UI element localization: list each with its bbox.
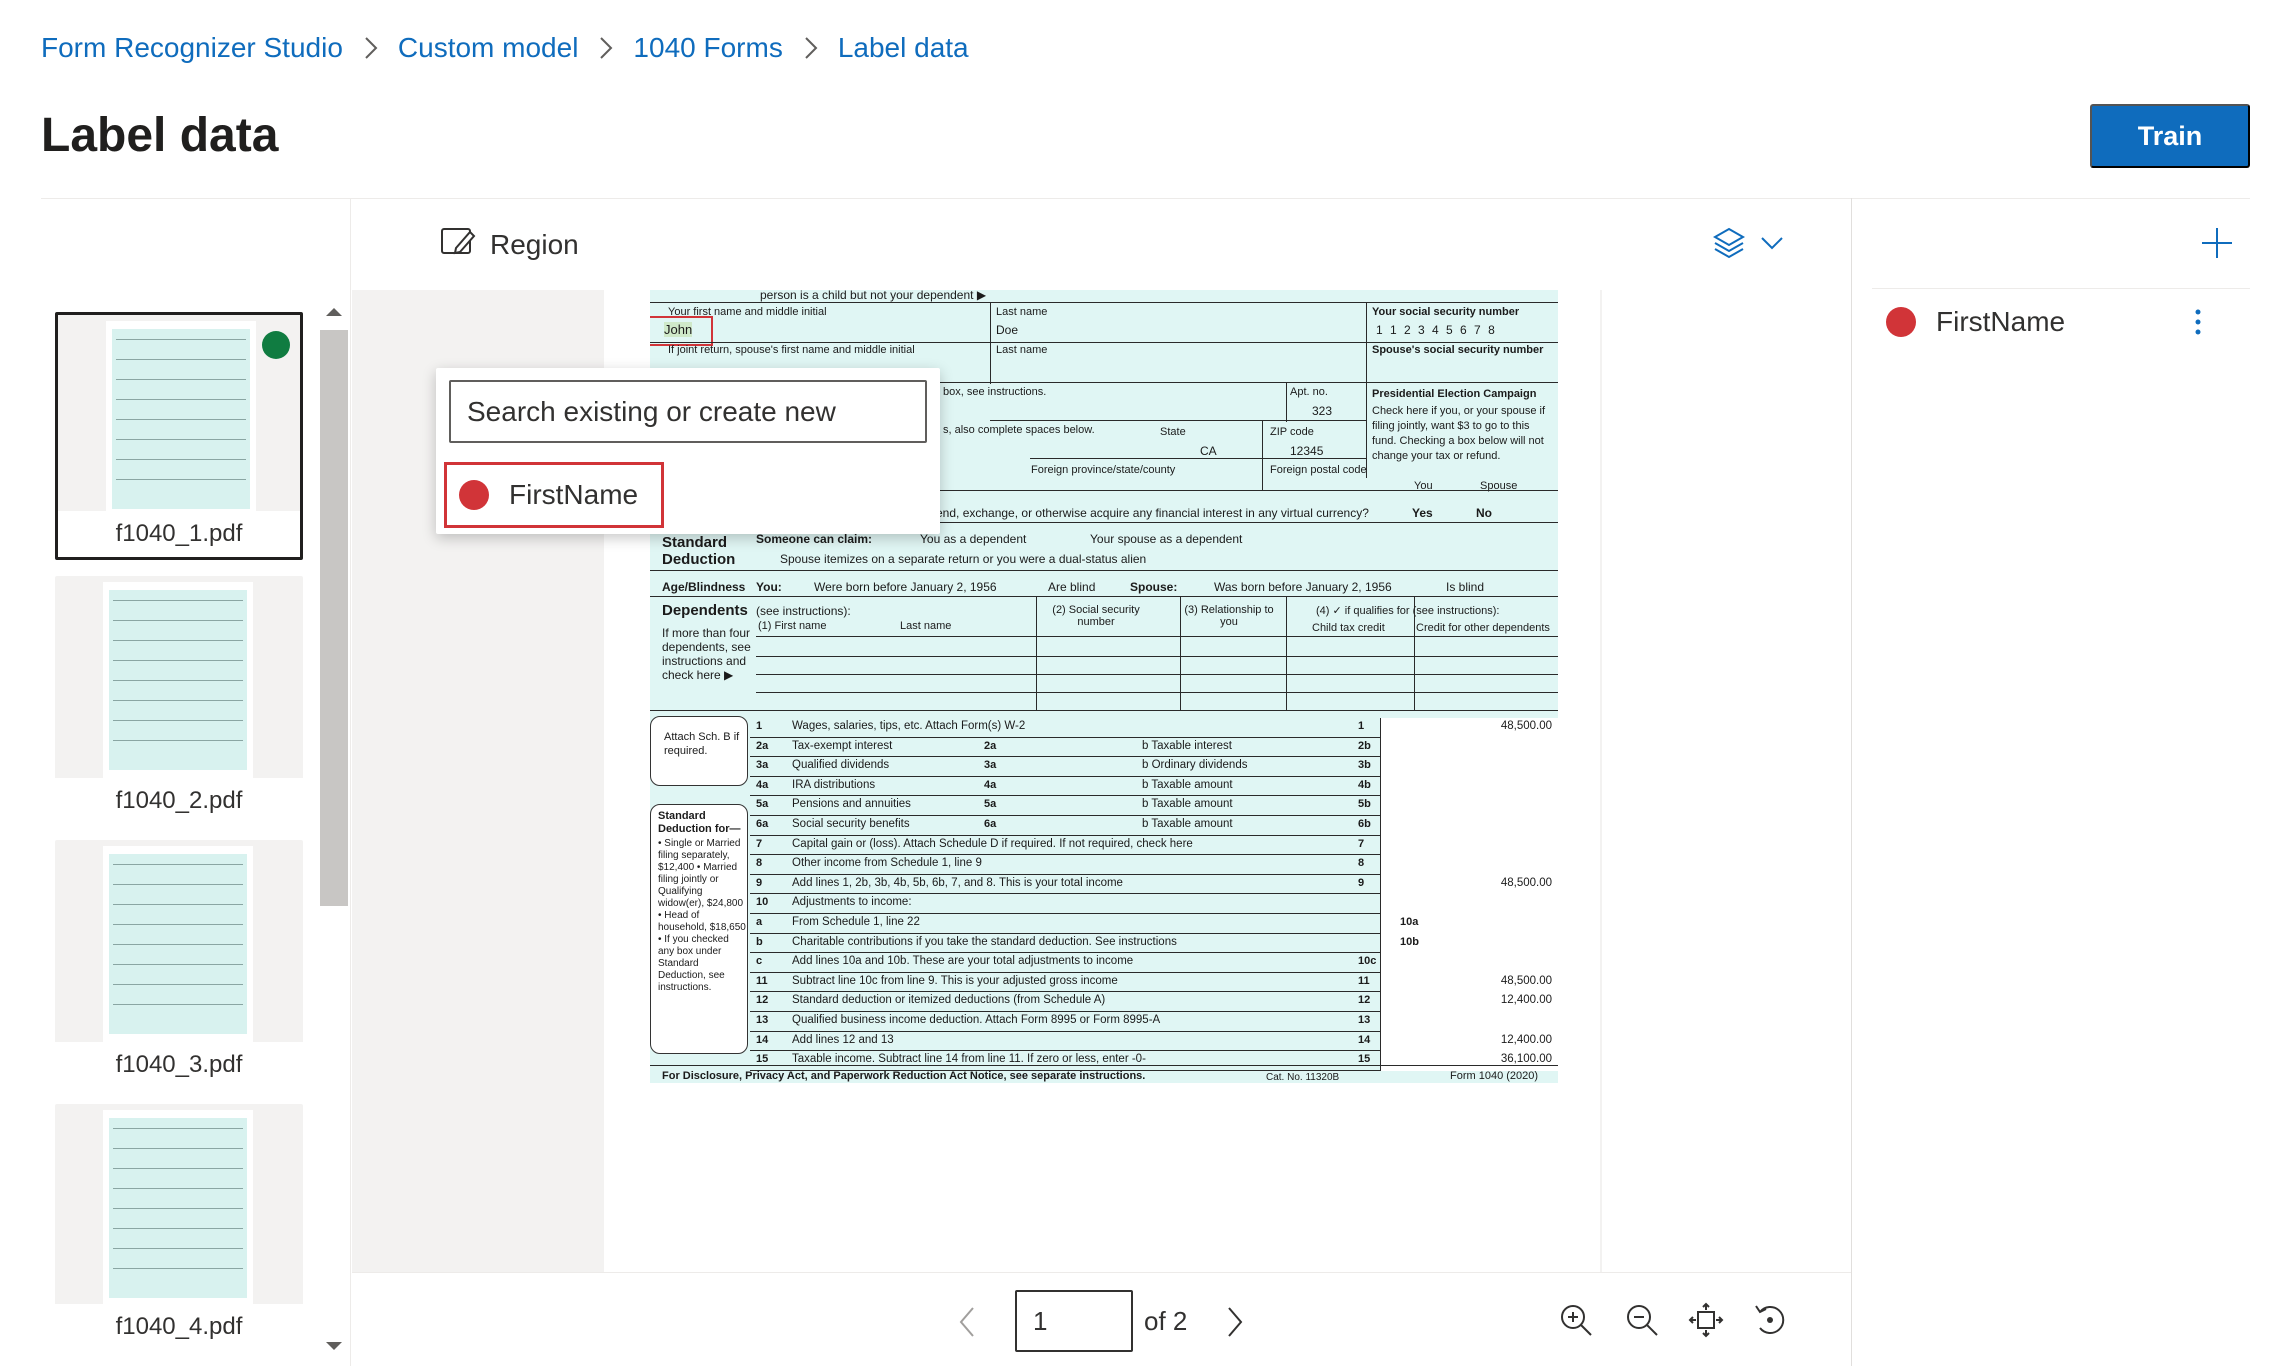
page-preview [106, 321, 256, 517]
form-line: b Charitable contributions if you take th… [750, 933, 1558, 954]
form-line: 11 Subtract line 10c from line 9. This is… [750, 972, 1558, 993]
form-line: 14 Add lines 12 and 13 14 12,400.00 [750, 1031, 1558, 1052]
file-name: f1040_2.pdf [55, 778, 303, 824]
layers-icon [1712, 226, 1746, 265]
pager-bar [352, 1274, 1602, 1366]
form-line: 8 Other income from Schedule 1, line 98 [750, 855, 1558, 875]
form-line: 2a Tax-exempt interest 2a b Taxable interes… [750, 737, 1558, 758]
form-line: 4a IRA distributions 4a b Taxable amount 4b [750, 776, 1558, 797]
previous-page-icon[interactable] [958, 1306, 976, 1343]
label-option-firstname[interactable]: FirstName [444, 462, 664, 528]
breadcrumb-link-studio[interactable]: Form Recognizer Studio [41, 32, 343, 64]
file-thumbnail[interactable]: f1040_2.pdf [55, 576, 303, 824]
scrollbar-thumb[interactable] [320, 330, 348, 906]
chevron-right-icon [599, 36, 613, 60]
zoom-out-icon[interactable] [1624, 1302, 1660, 1343]
region-tool[interactable]: Region [440, 226, 579, 263]
region-label: Region [490, 228, 579, 260]
page-number-input[interactable]: 1 [1015, 1290, 1133, 1352]
form-line: 10 Adjustments to income: [750, 894, 1558, 914]
form-line: a From Schedule 1, line 22 10a [750, 914, 1558, 934]
scroll-up-icon[interactable] [322, 304, 346, 325]
form-line: 12 Standard deduction or itemized deducti… [750, 992, 1558, 1012]
fields-divider [1851, 198, 1852, 1366]
train-button[interactable]: Train [2090, 104, 2250, 168]
chevron-down-icon [1760, 235, 1784, 256]
form-line: c Add lines 10a and 10b. These are your t… [750, 953, 1558, 973]
label-color-dot [459, 480, 489, 510]
label-search-input[interactable]: Search existing or create new [449, 380, 927, 443]
chevron-right-icon [364, 36, 378, 60]
chevron-right-icon [804, 36, 818, 60]
form-line: 9 Add lines 1, 2b, 3b, 4b, 5b, 6b, 7, and… [750, 874, 1558, 895]
form-line: 1 Wages, salaries, tips, etc. Attach Form… [750, 718, 1558, 738]
draw-region-icon [440, 226, 476, 263]
breadcrumb-link-1040-forms[interactable]: 1040 Forms [633, 32, 782, 64]
form-line: 3a Qualified dividends 3a b Ordinary divide… [750, 757, 1558, 777]
form-line: 5a Pensions and annuities 5a b Taxable amou… [750, 796, 1558, 816]
page-preview [103, 582, 253, 778]
rotate-icon[interactable] [1752, 1302, 1788, 1343]
header-divider [41, 198, 2250, 199]
field-color-dot [1886, 307, 1916, 337]
add-field-icon[interactable] [2200, 226, 2234, 265]
form-line: 13 Qualified business income deduction. A… [750, 1012, 1558, 1032]
labeled-status-dot [262, 331, 290, 359]
page-preview [103, 1110, 253, 1306]
form-line: 7 Capital gain or (loss). Attach Schedule… [750, 835, 1558, 856]
field-item-firstname[interactable]: FirstName [1886, 306, 2236, 338]
breadcrumb-link-custom-model[interactable]: Custom model [398, 32, 579, 64]
pager-divider [352, 1272, 1851, 1273]
page-count: of 2 [1144, 1306, 1188, 1336]
page-preview [103, 846, 253, 1042]
next-page-icon[interactable] [1226, 1306, 1244, 1343]
field-name: FirstName [1936, 306, 2066, 337]
form-line: 15 Taxable income. Subtract line 14 from … [750, 1051, 1558, 1071]
file-name: f1040_1.pdf [58, 511, 300, 557]
file-name: f1040_4.pdf [55, 1304, 303, 1350]
fit-to-window-icon[interactable] [1688, 1302, 1724, 1343]
breadcrumb: Form Recognizer Studio Custom model 1040… [41, 28, 969, 68]
file-thumbnail[interactable]: f1040_1.pdf [55, 312, 303, 560]
sidebar-divider [350, 198, 351, 1366]
form-line: 6a Social security benefits 6a b Taxable am… [750, 816, 1558, 836]
page-title: Label data [41, 109, 279, 162]
file-thumbnail[interactable]: f1040_4.pdf [55, 1104, 303, 1350]
file-name: f1040_3.pdf [55, 1042, 303, 1088]
label-popup: Search existing or create new FirstName [436, 368, 940, 534]
layers-dropdown[interactable] [1712, 226, 1784, 265]
fields-header-divider [1872, 288, 2250, 289]
scroll-down-icon[interactable] [322, 1338, 346, 1359]
zoom-in-icon[interactable] [1558, 1302, 1594, 1343]
file-thumbnail[interactable]: f1040_3.pdf [55, 840, 303, 1088]
more-options-icon[interactable] [2188, 308, 2208, 343]
breadcrumb-link-label-data[interactable]: Label data [838, 32, 969, 64]
